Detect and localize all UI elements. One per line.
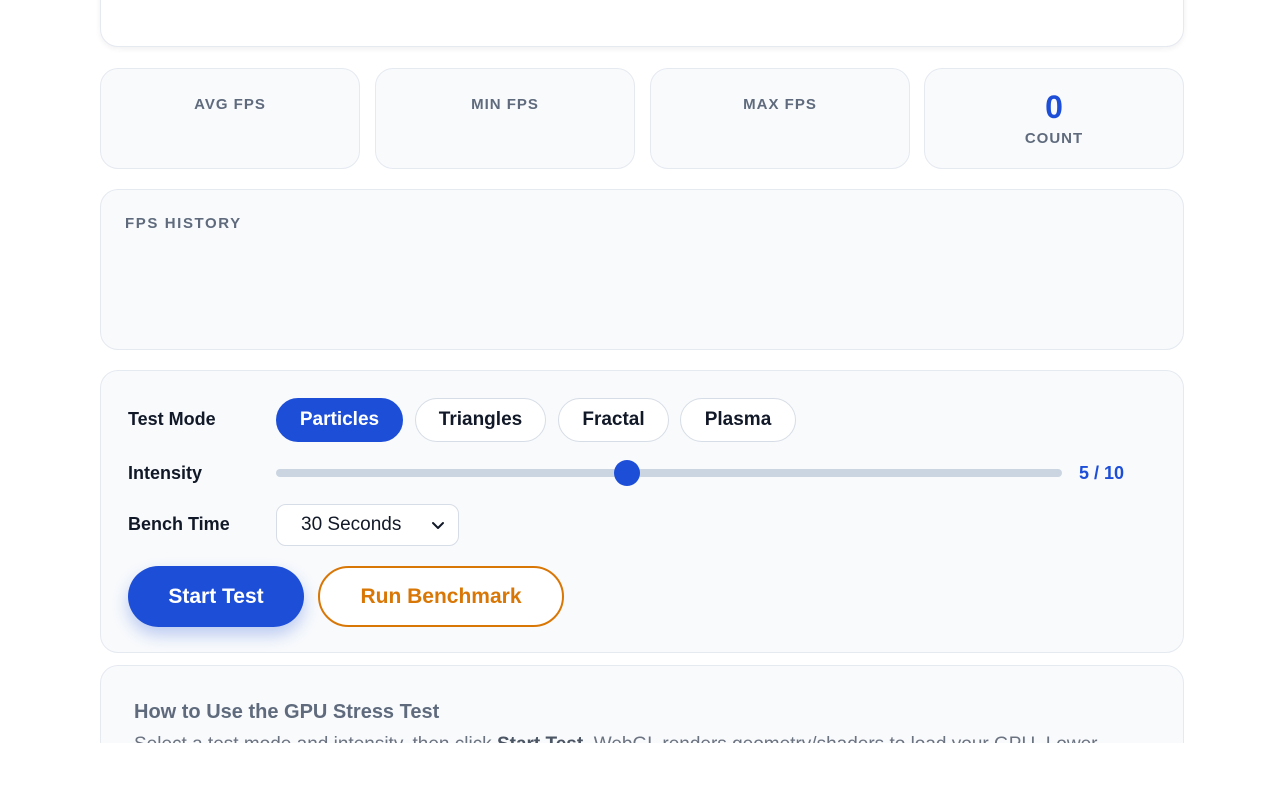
count-card: 0 COUNT: [924, 68, 1184, 169]
max-fps-card: MAX FPS: [650, 68, 910, 169]
top-panel: [100, 0, 1184, 47]
how-to-title: How to Use the GPU Stress Test: [134, 701, 440, 723]
how-to-text-end: . WebGL renders geometry/shaders to load…: [583, 734, 1097, 743]
how-to-text-start: Select a test mode and intensity, then c…: [134, 734, 497, 743]
bench-time-select[interactable]: 30 Seconds: [276, 504, 459, 546]
run-benchmark-button[interactable]: Run Benchmark: [318, 566, 564, 627]
intensity-value: 5 / 10: [1079, 463, 1125, 483]
test-mode-label: Test Mode: [128, 409, 216, 429]
mode-plasma-button[interactable]: Plasma: [680, 398, 796, 442]
chevron-down-icon: [432, 522, 444, 529]
count-value: 0: [1045, 89, 1063, 125]
max-fps-label: MAX FPS: [743, 96, 817, 113]
intensity-label: Intensity: [128, 463, 203, 483]
controls-panel: Test Mode Particles Triangles Fractal Pl…: [100, 370, 1184, 653]
fps-history-panel: FPS HISTORY: [100, 189, 1184, 350]
how-to-panel: How to Use the GPU Stress Test Select a …: [100, 665, 1184, 743]
intensity-slider-track[interactable]: [276, 469, 1062, 477]
mode-triangles-button[interactable]: Triangles: [415, 398, 546, 442]
start-test-button[interactable]: Start Test: [128, 566, 304, 627]
how-to-text: Select a test mode and intensity, then c…: [134, 734, 1144, 743]
count-label: COUNT: [1024, 130, 1084, 147]
avg-fps-label: AVG FPS: [194, 96, 266, 113]
bench-time-selected-value: 30 Seconds: [301, 514, 402, 535]
min-fps-label: MIN FPS: [471, 96, 539, 113]
intensity-slider-thumb[interactable]: [614, 460, 640, 486]
min-fps-card: MIN FPS: [375, 68, 635, 169]
mode-fractal-button[interactable]: Fractal: [558, 398, 669, 442]
how-to-text-bold: Start Test: [497, 734, 583, 743]
bench-time-label: Bench Time: [128, 514, 230, 534]
fps-history-title: FPS HISTORY: [125, 215, 242, 232]
mode-particles-button[interactable]: Particles: [276, 398, 403, 442]
page-viewport: AVG FPS MIN FPS MAX FPS 0 COUNT FPS HIST…: [0, 0, 1280, 743]
avg-fps-card: AVG FPS: [100, 68, 360, 169]
